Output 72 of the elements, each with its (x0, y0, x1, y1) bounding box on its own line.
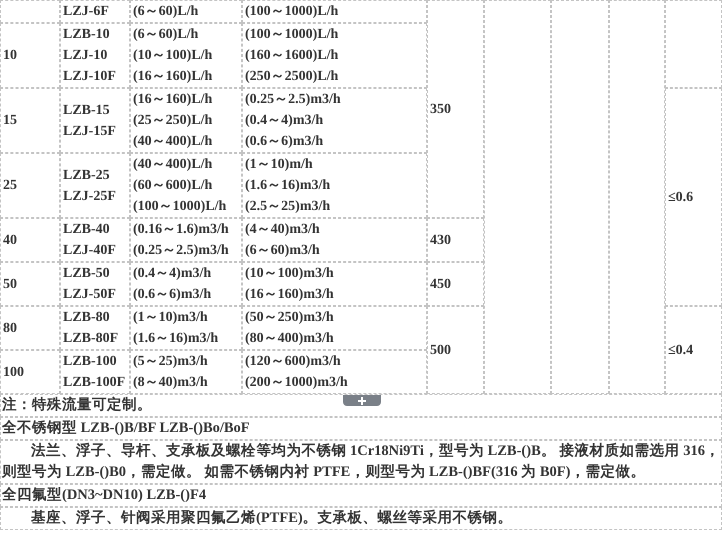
model-text: LZB-40 (63, 221, 111, 239)
pressure-text: 450 (430, 276, 451, 292)
flow-range-text: (25～250)L/h (133, 112, 214, 130)
section-paragraph: 基座、浮子、针阀采用聚四氟乙烯(PTFE)。支承板、螺丝等采用不锈钢。 (30, 508, 514, 528)
flow-range-text: (40～400)L/h (133, 156, 214, 174)
flow-range-text: (0.6～6)m3/h (133, 286, 212, 304)
expand-handle[interactable] (343, 395, 381, 406)
flow-range-text: (100～1000)L/h (133, 198, 228, 216)
model-text: LZB-100F (63, 374, 126, 392)
flow-range-text: (16～160)L/h (133, 91, 214, 109)
flow-range-text: (1～10)m3/h (133, 309, 209, 327)
flow-range-text: (60～600)L/h (133, 177, 214, 195)
plus-icon (357, 396, 367, 406)
flow-range-text: (80～400)m3/h (245, 330, 335, 348)
model-text: LZJ-50F (63, 286, 117, 304)
dn-text: 25 (3, 177, 18, 195)
model-text: LZJ-6F (63, 3, 110, 21)
flow-range-text: (0.25～2.5)m3/h (245, 91, 342, 109)
flow-range-text: (5～25)m3/h (133, 353, 209, 371)
model-text: LZJ-15F (63, 122, 117, 140)
model-text: LZJ-40F (63, 242, 117, 260)
note-text: 注：特殊流量可定制。 (2, 397, 152, 413)
flow-range-text: (1.6～16)m3/h (133, 330, 220, 348)
flow-range-text: (8～40)m3/h (133, 374, 209, 392)
dn-text: 40 (3, 232, 18, 250)
flow-range-text: (0.4～4)m3/h (133, 265, 212, 283)
flow-range-text: (2.5～25)m3/h (245, 198, 332, 216)
pressure-text: 430 (430, 232, 451, 248)
max-pressure-text: ≤0.4 (668, 342, 694, 358)
flow-range-text: (16～160)L/h (133, 68, 214, 86)
flow-range-text: (40～400)L/h (133, 133, 214, 151)
section-heading: 全四氟型(DN3~DN10) LZB-()F4 (2, 487, 206, 503)
pressure-text: 350 (430, 102, 451, 116)
flow-range-text: (100～1000)L/h (245, 3, 340, 21)
flow-range-text: (6～60)m3/h (245, 242, 321, 260)
dn-text: 100 (3, 364, 25, 382)
flow-range-text: (4～40)m3/h (245, 221, 321, 239)
flow-range-text: (0.16～1.6)m3/h (133, 221, 230, 239)
flow-range-text: (50～250)m3/h (245, 309, 335, 327)
dn-text: 50 (3, 276, 18, 294)
model-text: LZB-15 (63, 102, 111, 120)
model-text: LZB-80 (63, 309, 111, 327)
flow-range-text: (120～600)m3/h (245, 353, 342, 371)
pressure-text: 500 (430, 342, 451, 358)
model-text: LZB-25 (63, 166, 111, 184)
flow-range-text: (100～1000)L/h (245, 26, 340, 44)
flow-range-text: (0.4～4)m3/h (245, 112, 324, 130)
flow-range-text: (0.6～6)m3/h (245, 133, 324, 151)
flow-range-text: (0.25～2.5)m3/h (133, 242, 230, 260)
model-text: LZB-80F (63, 330, 120, 348)
flow-range-text: (6～60)L/h (133, 26, 200, 44)
flow-range-text: (160～1600)L/h (245, 47, 340, 65)
model-text: LZJ-10 (63, 47, 108, 65)
model-text: LZB-10 (63, 26, 111, 44)
model-text: LZJ-25F (63, 188, 117, 206)
model-text: LZB-100 (63, 353, 118, 371)
section-heading: 全不锈钢型 LZB-()B/BF LZB-()Bo/BoF (2, 420, 250, 436)
model-text: LZB-50 (63, 265, 111, 283)
flow-range-text: (250～2500)L/h (245, 68, 340, 86)
section-paragraph: 法兰、浮子、导杆、支承板及螺栓等均为不锈钢 1Cr18Ni9Ti，型号为 LZB-()B。 接液材质如需选用 316，则型号为 LZB-()B0，需定做。 如需不锈钢内衬 PTFE，则型号为 LZB-()BF(316 为 B0F)，需定做。 (2, 442, 720, 482)
flow-range-text: (10～100)m3/h (245, 265, 335, 283)
max-pressure-text: ≤0.6 (668, 190, 694, 204)
dn-text: 15 (3, 112, 18, 130)
flow-range-text: (200～1000)m3/h (245, 374, 349, 392)
flow-range-text: (10～100)L/h (133, 47, 214, 65)
flow-range-text: (1～10)m/h (245, 156, 314, 174)
flow-range-text: (16～160)m3/h (245, 286, 335, 304)
model-text: LZJ-10F (63, 68, 117, 86)
dn-text: 10 (3, 47, 18, 65)
dn-text: 80 (3, 320, 18, 338)
flow-range-text: (6～60)L/h (133, 3, 200, 21)
flow-range-text: (1.6～16)m3/h (245, 177, 332, 195)
